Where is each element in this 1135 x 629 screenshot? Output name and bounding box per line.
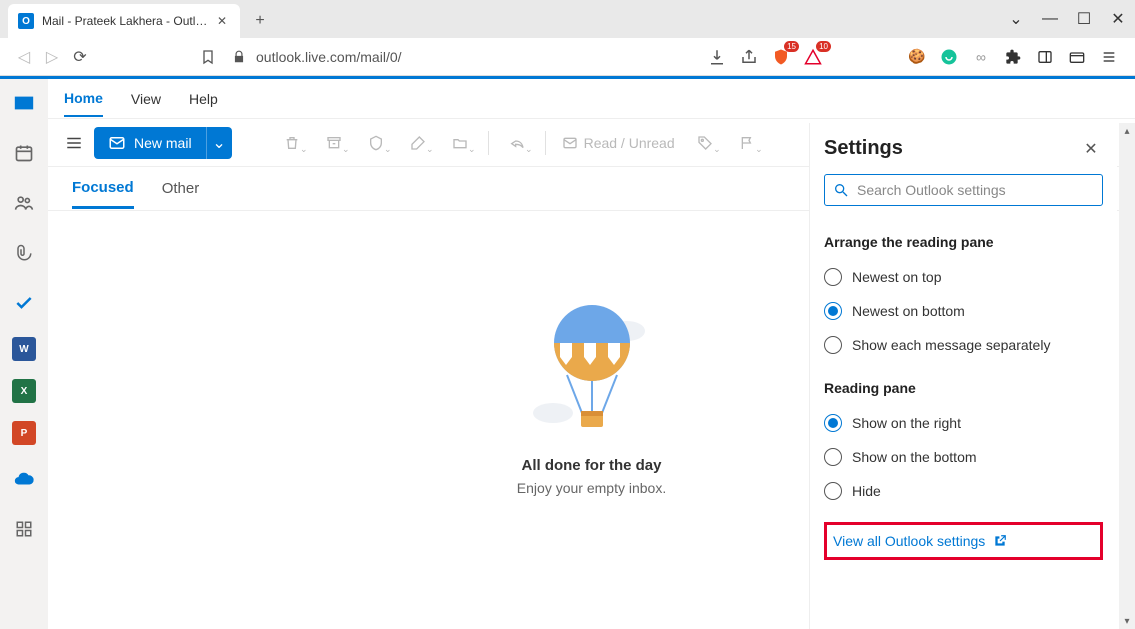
menu-icon[interactable]: [1099, 47, 1119, 67]
hamburger-icon[interactable]: [60, 129, 88, 157]
powerpoint-app-icon[interactable]: P: [12, 421, 36, 445]
minimize-button[interactable]: ―: [1033, 5, 1067, 33]
view-all-highlight: View all Outlook settings: [824, 522, 1103, 560]
todo-app-icon[interactable]: [8, 287, 40, 319]
bookmark-icon[interactable]: [194, 43, 222, 71]
balloon-illustration: [527, 301, 657, 441]
settings-search[interactable]: [824, 174, 1103, 206]
tab-other[interactable]: Other: [162, 170, 200, 207]
sweep-icon[interactable]: [400, 127, 436, 159]
cookie-icon[interactable]: 🍪: [907, 47, 927, 67]
archive-icon[interactable]: [316, 127, 352, 159]
settings-title: Settings: [824, 137, 903, 160]
grammarly-icon[interactable]: [939, 47, 959, 67]
install-icon[interactable]: [707, 47, 727, 67]
settings-panel: Settings ✕ Arrange the reading pane Newe…: [809, 123, 1117, 629]
tab-title: Mail - Prateek Lakhera - Outlook: [42, 14, 214, 28]
link-icon[interactable]: ∞: [971, 47, 991, 67]
new-mail-caret[interactable]: ⌄: [206, 127, 232, 159]
search-icon: [833, 182, 849, 198]
ribbon-tab-home[interactable]: Home: [64, 81, 103, 117]
report-icon[interactable]: [358, 127, 394, 159]
url-text: outlook.live.com/mail/0/: [256, 49, 402, 65]
address-bar: ◁ ▷ ⟳ outlook.live.com/mail/0/ 15 10 🍪 ∞: [0, 38, 1135, 76]
tab-close-icon[interactable]: ✕: [214, 14, 230, 28]
reload-button[interactable]: ⟳: [66, 43, 94, 71]
tab-focused[interactable]: Focused: [72, 169, 134, 209]
radio-show-right[interactable]: Show on the right: [824, 414, 1103, 432]
brave-shield-icon[interactable]: 15: [771, 47, 791, 67]
people-app-icon[interactable]: [8, 187, 40, 219]
scroll-up-icon[interactable]: ▴: [1124, 123, 1129, 139]
outlook-favicon: O: [18, 13, 34, 29]
chevron-down-icon[interactable]: ⌄: [999, 5, 1033, 33]
reply-icon[interactable]: [499, 127, 535, 159]
new-mail-label: New mail: [134, 135, 192, 151]
view-all-settings-link[interactable]: View all Outlook settings: [833, 533, 1094, 549]
calendar-app-icon[interactable]: [8, 137, 40, 169]
left-app-rail: W X P: [0, 79, 48, 629]
main-area: Home View Help New mail ⌄: [48, 79, 1135, 629]
new-mail-button[interactable]: New mail ⌄: [94, 127, 232, 159]
move-icon[interactable]: [442, 127, 478, 159]
empty-subtitle: Enjoy your empty inbox.: [517, 480, 666, 496]
flag-icon[interactable]: [729, 127, 765, 159]
sidepanel-icon[interactable]: [1035, 47, 1055, 67]
onedrive-app-icon[interactable]: [8, 463, 40, 495]
word-app-icon[interactable]: W: [12, 337, 36, 361]
close-window-button[interactable]: ✕: [1101, 5, 1135, 33]
url-field[interactable]: outlook.live.com/mail/0/: [222, 49, 707, 65]
triangle-badge: 10: [816, 41, 831, 52]
browser-tab-bar: O Mail - Prateek Lakhera - Outlook ✕ + ⌄…: [0, 0, 1135, 38]
radio-icon: [824, 302, 842, 320]
radio-icon: [824, 268, 842, 286]
radio-icon: [824, 482, 842, 500]
extensions-icon[interactable]: [1003, 47, 1023, 67]
shield-badge: 15: [784, 41, 799, 52]
more-apps-icon[interactable]: [8, 513, 40, 545]
read-unread-label: Read / Unread: [584, 135, 675, 151]
radio-show-bottom[interactable]: Show on the bottom: [824, 448, 1103, 466]
settings-close-icon[interactable]: ✕: [1079, 139, 1103, 159]
radio-newest-top[interactable]: Newest on top: [824, 268, 1103, 286]
delete-icon[interactable]: [274, 127, 310, 159]
share-icon[interactable]: [739, 47, 759, 67]
maximize-button[interactable]: ☐: [1067, 5, 1101, 33]
back-button[interactable]: ◁: [10, 43, 38, 71]
read-unread-button[interactable]: Read / Unread: [556, 135, 681, 151]
ribbon-tabs: Home View Help: [48, 79, 1135, 119]
radio-icon: [824, 448, 842, 466]
empty-title: All done for the day: [521, 457, 661, 474]
forward-button[interactable]: ▷: [38, 43, 66, 71]
radio-show-separate[interactable]: Show each message separately: [824, 336, 1103, 354]
open-new-icon: [993, 534, 1007, 548]
radio-newest-bottom[interactable]: Newest on bottom: [824, 302, 1103, 320]
lock-icon: [232, 50, 246, 64]
triangle-icon[interactable]: 10: [803, 47, 823, 67]
radio-hide[interactable]: Hide: [824, 482, 1103, 500]
new-tab-button[interactable]: +: [246, 7, 274, 35]
browser-tab[interactable]: O Mail - Prateek Lakhera - Outlook ✕: [8, 4, 240, 38]
radio-icon: [824, 414, 842, 432]
tag-icon[interactable]: [687, 127, 723, 159]
reading-pane-title: Reading pane: [824, 380, 1103, 396]
arrange-title: Arrange the reading pane: [824, 234, 1103, 250]
excel-app-icon[interactable]: X: [12, 379, 36, 403]
ribbon-tab-help[interactable]: Help: [189, 82, 218, 116]
mail-app-icon[interactable]: [8, 87, 40, 119]
scroll-down-icon[interactable]: ▾: [1124, 613, 1129, 629]
vertical-scrollbar[interactable]: ▴ ▾: [1119, 123, 1135, 629]
ribbon-tab-view[interactable]: View: [131, 82, 161, 116]
radio-icon: [824, 336, 842, 354]
wallet-icon[interactable]: [1067, 47, 1087, 67]
files-app-icon[interactable]: [8, 237, 40, 269]
settings-search-input[interactable]: [857, 182, 1094, 198]
